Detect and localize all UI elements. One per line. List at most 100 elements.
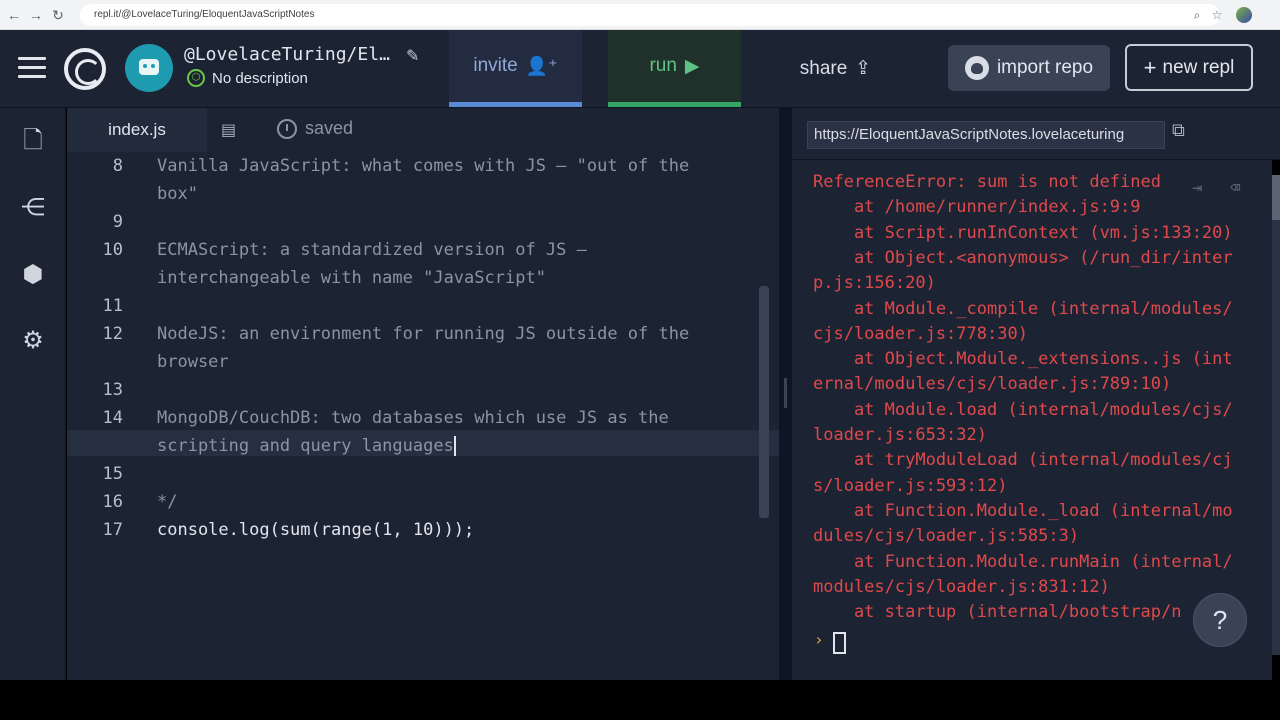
share-icon: ⇪ (855, 58, 872, 79)
play-icon: ▶ (684, 55, 700, 77)
console-line: cjs/loader.js:778:30) (813, 323, 1028, 344)
invite-label: invite (473, 55, 518, 76)
code-line[interactable]: browser (67, 348, 779, 376)
line-number: 8 (112, 156, 123, 176)
browser-toolbar: ← → ↻ repl.it/@LovelaceTuring/EloquentJa… (0, 0, 1280, 30)
console-wrap-icon[interactable]: ⇥ (1192, 178, 1216, 200)
robot-icon (139, 59, 159, 75)
line-number: 15 (102, 464, 123, 484)
console-line: at Script.runInContext (vm.js:133:20) (813, 222, 1233, 243)
settings-icon[interactable]: ⚙ (18, 326, 48, 356)
code-line[interactable]: 9 (67, 208, 779, 236)
plus-icon: + (1143, 54, 1157, 80)
add-user-icon: 👤⁺ (525, 55, 558, 76)
invite-button[interactable]: invite 👤⁺ (449, 30, 582, 107)
address-text: repl.it/@LovelaceTuring/EloquentJavaScri… (94, 9, 315, 20)
line-number: 11 (102, 296, 123, 316)
console-line: at /home/runner/index.js:9:9 (813, 197, 1141, 218)
new-repl-button[interactable]: + new repl (1125, 44, 1253, 91)
files-icon[interactable]: 🗋 (18, 126, 48, 156)
console-scroll-thumb[interactable] (1272, 175, 1280, 220)
code-line[interactable]: box" (67, 180, 779, 208)
code-text: console.log(sum(range(1, 10))); (157, 520, 475, 540)
console-prompt: › (814, 630, 824, 649)
console-input[interactable] (833, 632, 846, 654)
console-line: ernal/modules/cjs/loader.js:789:10) (813, 374, 1172, 395)
console-line: at Object.<anonymous> (/run_dir/inter (813, 247, 1233, 268)
console-line: ReferenceError: sum is not defined (813, 172, 1161, 192)
webview-url-input[interactable]: https://EloquentJavaScriptNotes.lovelace… (807, 121, 1165, 149)
import-label: import repo (996, 57, 1094, 78)
saved-label: saved (305, 118, 354, 138)
run-label: run (649, 55, 677, 76)
code-line[interactable]: 13 (67, 376, 779, 404)
code-text: browser (157, 352, 229, 372)
version-control-icon[interactable]: ⋲ (18, 193, 48, 223)
console-line: at Function.Module._load (internal/mo (813, 500, 1233, 521)
letterbox (0, 680, 1280, 720)
console-line: at tryModuleLoad (internal/modules/cj (813, 450, 1233, 471)
document-icon[interactable]: ▤ (221, 120, 241, 140)
clear-console-icon[interactable]: ⌫ (1230, 178, 1254, 200)
line-number: 10 (102, 240, 123, 260)
github-icon (964, 56, 989, 80)
console-line: at Object.Module._extensions..js (int (813, 349, 1233, 370)
new-repl-label: new repl (1162, 56, 1235, 78)
text-cursor (453, 436, 456, 456)
open-in-new-tab-icon[interactable]: ⧉ (1172, 120, 1198, 146)
zoom-icon[interactable]: ⌕ (1188, 6, 1206, 24)
pencil-icon[interactable]: ✎ (406, 46, 426, 66)
back-icon[interactable]: ← (4, 5, 24, 25)
console-line: at Function.Module.runMain (internal/ (813, 551, 1233, 572)
console-line: at Module.load (internal/modules/cjs/ (813, 399, 1233, 420)
repl-title[interactable]: @LovelaceTuring/El… (184, 44, 390, 65)
code-line[interactable]: 8 Vanilla JavaScript: what comes with JS … (67, 152, 779, 180)
nodejs-icon: ⬡ (187, 69, 205, 87)
line-number: 16 (102, 492, 123, 512)
code-line[interactable]: 15 (67, 460, 779, 488)
sidebar: 🗋 ⋲ ⬢ ⚙ (0, 108, 66, 680)
star-icon[interactable]: ☆ (1208, 6, 1226, 24)
code-line[interactable]: 10 ECMAScript: a standardized version of … (67, 236, 779, 264)
avatar[interactable] (125, 44, 173, 92)
saved-status: saved (277, 118, 353, 139)
code-line[interactable]: scripting and query languages (67, 432, 779, 460)
code-text: scripting and query languages (157, 436, 456, 456)
console-line: dules/cjs/loader.js:585:3) (813, 526, 1080, 547)
replit-logo[interactable] (64, 48, 106, 90)
code-editor[interactable]: 8 Vanilla JavaScript: what comes with JS … (67, 152, 779, 680)
console-scrollbar[interactable] (1272, 175, 1280, 655)
run-button[interactable]: run ▶ (608, 30, 741, 107)
code-line[interactable]: 11 (67, 292, 779, 320)
history-icon[interactable] (277, 118, 297, 139)
console-line: modules/cjs/loader.js:831:12) (813, 576, 1110, 597)
share-label: share (799, 57, 848, 79)
share-button[interactable]: share ⇪ (769, 30, 902, 107)
import-repo-button[interactable]: import repo (948, 45, 1110, 91)
webview-bar: https://EloquentJavaScriptNotes.lovelace… (792, 108, 1280, 160)
editor-tabs: index.js ▤ saved (67, 108, 779, 152)
menu-icon[interactable] (18, 57, 46, 79)
line-number: 17 (102, 520, 123, 540)
code-text: box" (157, 184, 198, 204)
reload-icon[interactable]: ↻ (48, 5, 68, 25)
profile-icon[interactable] (1236, 7, 1252, 23)
help-button[interactable]: ? (1193, 593, 1247, 647)
code-line[interactable]: 12 NodeJS: an environment for running JS … (67, 320, 779, 348)
editor-scrollbar[interactable] (759, 286, 769, 518)
code-line[interactable]: 14 MongoDB/CouchDB: two databases which u… (67, 404, 779, 432)
app-header: @LovelaceTuring/El… ✎ ⬡ No description i… (0, 30, 1280, 108)
console-line: at startup (internal/bootstrap/n (813, 602, 1182, 623)
code-line[interactable]: 17 console.log(sum(range(1, 10))); (67, 516, 779, 544)
console-line: loader.js:653:32) (813, 425, 987, 445)
tab-index-js[interactable]: index.js (67, 108, 207, 152)
code-line[interactable]: 16 */ (67, 488, 779, 516)
repl-description[interactable]: No description (212, 70, 308, 87)
forward-icon[interactable]: → (26, 5, 46, 25)
code-line[interactable]: interchangeable with name "JavaScript" (67, 264, 779, 292)
console-line: p.js:156:20) (813, 273, 936, 294)
resize-handle[interactable] (784, 378, 787, 408)
code-text: Vanilla JavaScript: what comes with JS –… (157, 156, 690, 176)
code-text: interchangeable with name "JavaScript" (157, 268, 546, 288)
packages-icon[interactable]: ⬢ (18, 260, 48, 290)
